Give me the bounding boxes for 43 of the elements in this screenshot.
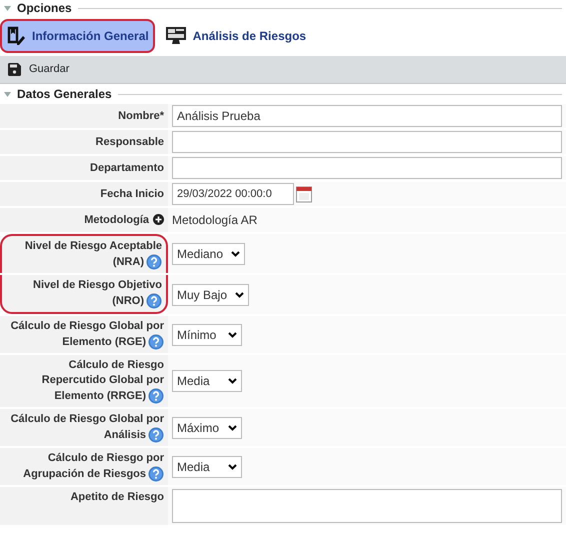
edit-icon (6, 26, 26, 46)
legend-title: Opciones (17, 0, 72, 17)
field-label-cell: Metodología (0, 208, 168, 232)
chevron-icon (228, 424, 237, 430)
select-dropdown[interactable]: Mínimo (172, 324, 242, 346)
chevron-icon (231, 250, 240, 256)
caret-icon (4, 92, 11, 96)
field-label-cell: Nombre* (0, 104, 168, 128)
field-label-cell: Cálculo de Riesgo Global por Análisis (0, 409, 168, 446)
field-label-cell: Departamento (0, 156, 168, 180)
select-dropdown[interactable]: Mediano (172, 242, 246, 264)
section-title: Datos Generales (17, 86, 112, 103)
field-label-cell: Nivel de Riesgo Objetivo (NRO) (0, 275, 168, 314)
chevron-icon (228, 332, 237, 338)
field-label-cell: Nivel de Riesgo Aceptable (NRA) (0, 234, 168, 273)
text-field[interactable]: Análisis Prueba (172, 105, 562, 127)
help-icon[interactable] (146, 254, 162, 270)
help-icon[interactable] (148, 466, 164, 482)
select-dropdown[interactable]: Media (172, 370, 242, 392)
date-field[interactable]: 29/03/2022 00:00:0 (172, 183, 294, 205)
chevron-icon (228, 378, 237, 384)
chevron-icon (228, 464, 237, 470)
select-dropdown[interactable]: Media (172, 456, 242, 478)
field-label-cell: Cálculo de Riesgo Repercutido Global por Elemento (RRGE) (0, 355, 168, 407)
help-icon[interactable] (146, 293, 162, 309)
field-label-cell: Cálculo de Riesgo Global por Elemento (RGE) (0, 316, 168, 353)
tab[interactable]: Información General (0, 19, 155, 53)
field-label-cell: Apetito de Riesgo (0, 487, 168, 525)
help-icon[interactable] (148, 334, 164, 350)
help-icon[interactable] (148, 388, 164, 404)
monitor-icon (164, 26, 187, 46)
plus-circle-icon[interactable] (153, 214, 164, 226)
chevron-icon (235, 292, 244, 298)
methodology-value: Metodología AR (172, 212, 258, 229)
caret-icon (4, 6, 11, 10)
field-label-cell: Responsable (0, 130, 168, 154)
save-button[interactable]: Guardar (8, 61, 70, 78)
select-dropdown[interactable]: Máximo (172, 416, 242, 438)
field-label-cell: Cálculo de Riesgo por Agrupación de Riesgos (0, 448, 168, 485)
select-dropdown[interactable]: Muy Bajo (172, 284, 250, 306)
field-label-cell: Fecha Inicio (0, 182, 168, 206)
calendar-icon[interactable] (296, 185, 312, 203)
help-icon[interactable] (148, 427, 164, 443)
